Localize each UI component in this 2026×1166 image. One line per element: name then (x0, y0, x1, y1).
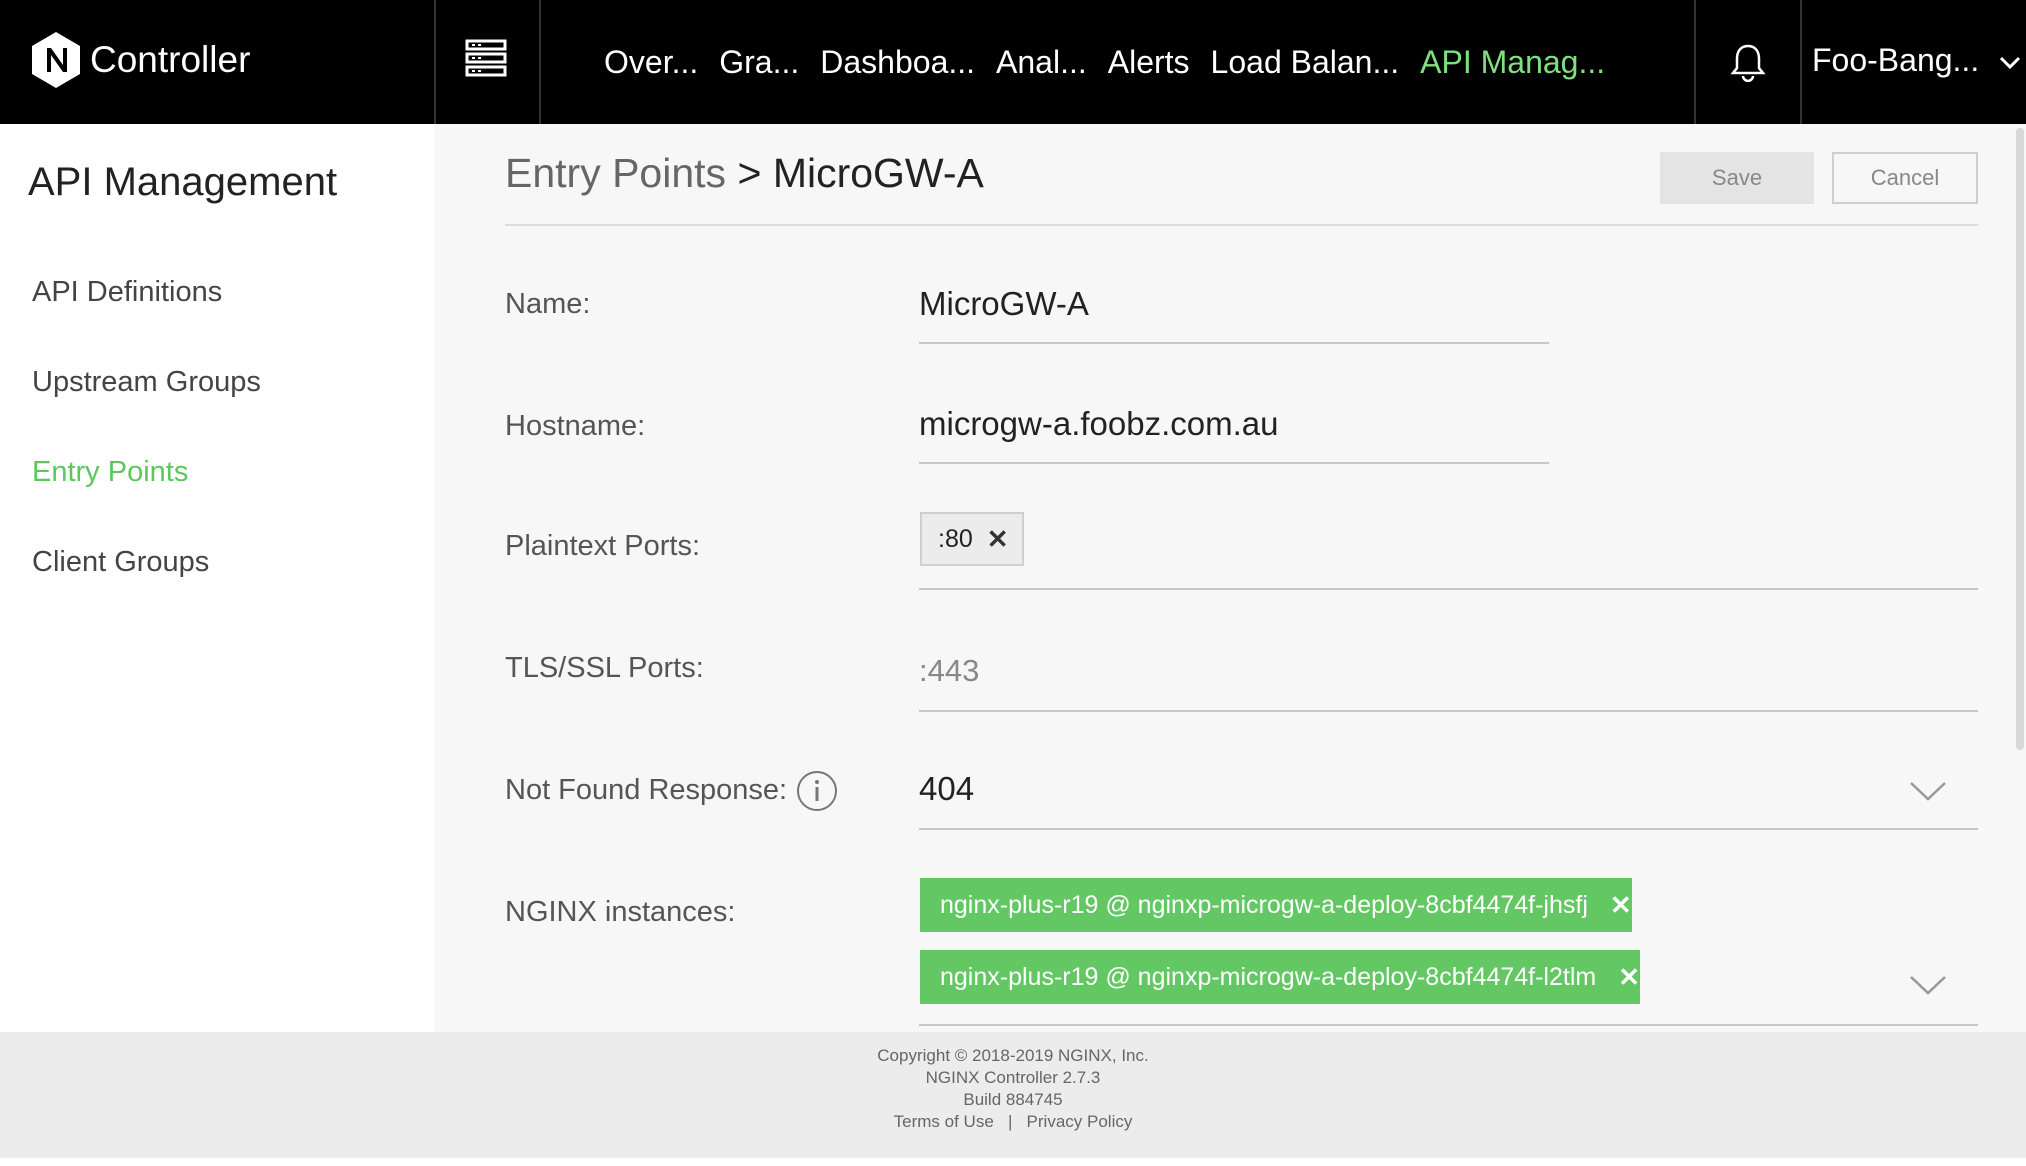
nav-graphs[interactable]: Gra... (719, 44, 799, 81)
port-chip: :80 ✕ (920, 512, 1024, 566)
info-icon[interactable] (796, 770, 838, 812)
sidebar-item-upstream-groups[interactable]: Upstream Groups (32, 366, 261, 399)
nav-load-balancer[interactable]: Load Balan... (1211, 44, 1400, 81)
page-title: MicroGW-A (772, 150, 984, 196)
privacy-policy-link[interactable]: Privacy Policy (1027, 1112, 1133, 1131)
sidebar: API Management API Definitions Upstream … (0, 124, 434, 1032)
divider (505, 224, 1978, 226)
brand-name: Controller (90, 39, 251, 80)
nginx-instances-underline (919, 1024, 1978, 1026)
remove-port-icon[interactable]: ✕ (987, 524, 1009, 555)
footer-links: Terms of Use | Privacy Policy (0, 1112, 2026, 1132)
breadcrumb: Entry Points > MicroGW-A (505, 150, 984, 197)
chevron-down-icon[interactable] (1998, 52, 2022, 72)
nginx-instance-chip: nginx-plus-r19 @ nginxp-microgw-a-deploy… (920, 878, 1632, 932)
nginx-instance-chip: nginx-plus-r19 @ nginxp-microgw-a-deploy… (920, 950, 1641, 1004)
tls-ports-input[interactable]: :443 (919, 653, 979, 689)
scrollbar[interactable] (2016, 128, 2024, 750)
divider (1800, 0, 1802, 124)
port-chip-label: :80 (938, 524, 973, 553)
name-label: Name: (505, 288, 591, 320)
hostname-label: Hostname: (505, 410, 646, 442)
sidebar-item-entry-points[interactable]: Entry Points (32, 456, 188, 489)
divider (539, 0, 541, 124)
chevron-down-icon[interactable] (1909, 974, 1947, 996)
remove-instance-icon[interactable]: ✕ (1618, 962, 1640, 993)
account-menu[interactable]: Foo-Bang... (1812, 42, 1979, 79)
footer-version: NGINX Controller 2.7.3 (925, 1068, 1101, 1087)
footer-copyright: Copyright © 2018-2019 NGINX, Inc. (877, 1046, 1149, 1065)
nav-alerts[interactable]: Alerts (1108, 44, 1190, 81)
sidebar-item-api-definitions[interactable]: API Definitions (32, 276, 222, 309)
footer-build: Build 884745 (963, 1090, 1063, 1109)
not-found-response-select[interactable]: 404 (919, 770, 974, 808)
hostname-field[interactable]: microgw-a.foobz.com.au (919, 405, 1278, 443)
terms-of-use-link[interactable]: Terms of Use (894, 1112, 994, 1131)
divider (1694, 0, 1696, 124)
main-content: Entry Points > MicroGW-A Save Cancel Nam… (434, 124, 2026, 1032)
page-bottom-edge (0, 1158, 2026, 1166)
name-field-underline (919, 342, 1549, 344)
plaintext-ports-label: Plaintext Ports: (505, 530, 701, 562)
nav-dashboards[interactable]: Dashboa... (820, 44, 975, 81)
sidebar-item-client-groups[interactable]: Client Groups (32, 546, 209, 579)
remove-instance-icon[interactable]: ✕ (1610, 890, 1632, 921)
chevron-down-icon[interactable] (1909, 780, 1947, 802)
footer-divider: | (1007, 1112, 1013, 1131)
tls-ports-label: TLS/SSL Ports: (505, 652, 704, 684)
sidebar-title: API Management (28, 160, 338, 204)
name-field[interactable]: MicroGW-A (919, 285, 1089, 323)
breadcrumb-separator: > (737, 150, 762, 196)
breadcrumb-entry-points[interactable]: Entry Points (505, 150, 726, 196)
server-menu-icon[interactable] (464, 38, 508, 78)
bell-icon[interactable] (1728, 42, 1768, 82)
cancel-button[interactable]: Cancel (1832, 152, 1978, 204)
tls-ports-underline (919, 710, 1978, 712)
nginx-instances-label: NGINX instances: (505, 896, 736, 928)
nav-api-management[interactable]: API Manag... (1420, 44, 1605, 81)
nav-analytics[interactable]: Anal... (996, 44, 1087, 81)
nav-overview[interactable]: Over... (604, 44, 698, 81)
not-found-response-underline (919, 828, 1978, 830)
top-nav-bar: Controller Over... Gra... Dashboa... Ana… (0, 0, 2026, 124)
plaintext-ports-underline (919, 588, 1978, 590)
footer: Copyright © 2018-2019 NGINX, Inc. NGINX … (0, 1032, 2026, 1158)
main-nav: Over... Gra... Dashboa... Anal... Alerts… (604, 0, 1626, 124)
nginx-logo-icon (32, 32, 80, 88)
brand[interactable]: Controller (30, 30, 250, 90)
nginx-instance-chip-label: nginx-plus-r19 @ nginxp-microgw-a-deploy… (940, 890, 1588, 919)
save-button[interactable]: Save (1660, 152, 1814, 204)
hostname-field-underline (919, 462, 1549, 464)
not-found-response-label: Not Found Response: (505, 774, 788, 806)
nginx-instance-chip-label: nginx-plus-r19 @ nginxp-microgw-a-deploy… (940, 962, 1597, 991)
divider (434, 0, 436, 124)
